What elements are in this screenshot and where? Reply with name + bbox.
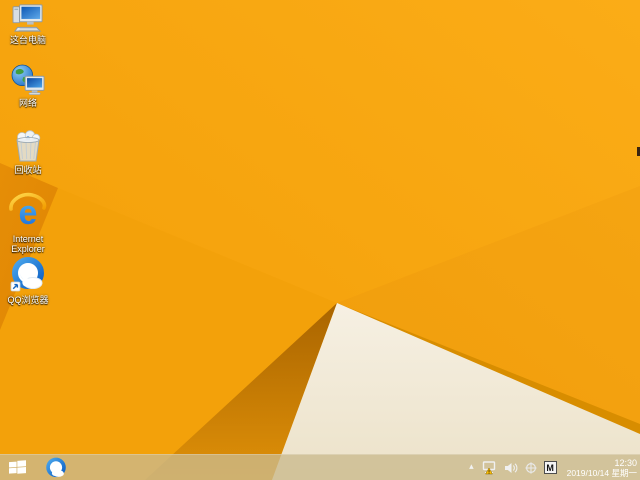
svg-text:e: e xyxy=(19,194,38,232)
taskbar-item-qq-browser[interactable] xyxy=(40,455,72,480)
input-method-indicator[interactable]: M xyxy=(543,461,557,474)
tray-globe-icon[interactable] xyxy=(524,461,537,474)
clock-time: 12:30 xyxy=(614,457,637,468)
desktop-icon-label: 回收站 xyxy=(14,165,42,175)
taskbar: ▴ M 12:30 2019/10/14 星期一 xyxy=(0,454,640,480)
network-icon xyxy=(11,64,45,95)
desktop-icon-network[interactable]: 网络 xyxy=(0,64,56,108)
desktop-icon-qq-browser[interactable]: QQ浏览器 xyxy=(0,257,56,305)
desktop-icon-recycle-bin[interactable]: 回收站 xyxy=(0,129,56,175)
desktop-icon-internet-explorer[interactable]: e Internet Explorer xyxy=(0,192,56,254)
desktop-icon-label: 这台电脑 xyxy=(9,35,46,45)
wallpaper-image xyxy=(0,0,640,480)
recycle-bin-icon xyxy=(16,130,41,162)
system-tray: ▴ M 12:30 2019/10/14 星期一 xyxy=(469,455,637,480)
volume-icon[interactable] xyxy=(504,462,518,474)
desktop-icon-label: 网络 xyxy=(18,98,37,108)
desktop: 这台电脑 网络 回收站 e Internet Explorer QQ浏览器 ▴ … xyxy=(0,0,640,480)
desktop-icon-this-pc[interactable]: 这台电脑 xyxy=(0,3,56,45)
show-hidden-icons-button[interactable]: ▴ xyxy=(469,462,474,473)
taskbar-clock[interactable]: 12:30 2019/10/14 星期一 xyxy=(567,458,637,478)
windows-logo-icon xyxy=(8,460,26,474)
network-status-icon[interactable] xyxy=(481,460,497,475)
qq-browser-icon xyxy=(10,257,44,292)
internet-explorer-icon: e xyxy=(9,192,47,232)
desktop-icon-label: QQ浏览器 xyxy=(7,295,49,305)
qq-browser-taskbar-icon xyxy=(46,457,66,477)
desktop-icon-label: Internet Explorer xyxy=(11,234,45,254)
start-button[interactable] xyxy=(0,455,34,480)
this-pc-icon xyxy=(12,4,43,32)
clock-date: 2019/10/14 星期一 xyxy=(566,467,637,478)
